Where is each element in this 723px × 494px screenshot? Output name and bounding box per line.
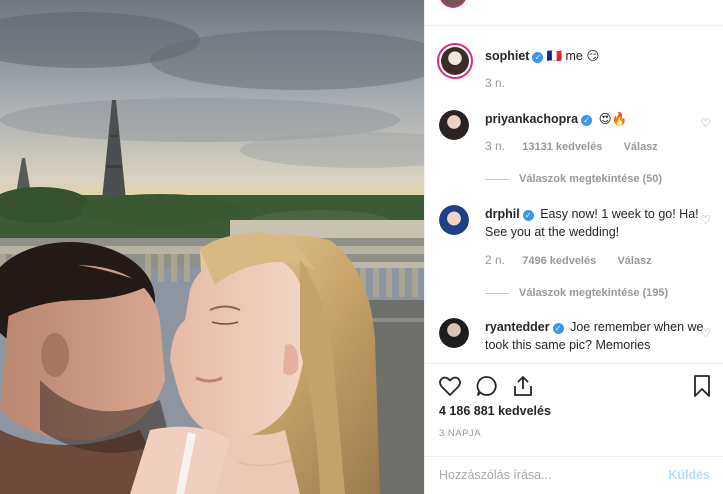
post-panel: sophiet ✓ 🇫🇷 me 😏 3 n. priyankachopra ✓ 😍🔥 … (424, 0, 723, 494)
comment-username[interactable]: drphil (485, 207, 520, 221)
header-avatar[interactable] (439, 0, 467, 8)
avatar[interactable] (439, 318, 469, 348)
verified-badge-icon: ✓ (581, 115, 593, 126)
post-comment-button[interactable]: Küldés (668, 468, 710, 482)
avatar[interactable] (439, 205, 469, 235)
view-replies-button[interactable]: Válaszok megtekintése (50) (485, 173, 662, 185)
comment-time: 3 n. (485, 139, 506, 153)
divider-line (485, 292, 509, 294)
post-date: 3 NAPJA (439, 428, 482, 439)
view-replies-button[interactable]: Válaszok megtekintése (195) (485, 287, 668, 299)
comment-time: 2 n. (485, 253, 506, 267)
reply-button[interactable]: Válasz (624, 141, 658, 153)
flag-emoji: 🇫🇷 (546, 49, 563, 63)
caption-text: me 😏 (565, 49, 600, 63)
comment-meta: 3 n. 13131 kedvelés Válasz (485, 139, 658, 153)
post-photo[interactable] (0, 0, 424, 494)
verified-badge-icon: ✓ (552, 323, 564, 334)
comment-text: 😍🔥 (598, 112, 628, 126)
comment-likes[interactable]: 13131 kedvelés (522, 141, 602, 153)
share-icon[interactable] (511, 374, 535, 398)
comment-username[interactable]: ryantedder (485, 320, 550, 334)
post-header (425, 0, 723, 26)
add-comment-bar: Hozzászólás írása... Küldés (425, 456, 723, 494)
reply-button[interactable]: Válasz (617, 255, 651, 267)
likes-count[interactable]: 4 186 881 kedvelés (439, 404, 551, 418)
view-replies-label: Válaszok megtekintése (195) (519, 287, 669, 299)
caption-time: 3 n. (485, 76, 506, 90)
small-heart-icon[interactable]: ♡ (700, 116, 711, 130)
comment-input[interactable]: Hozzászólás írása... (439, 468, 552, 482)
view-replies-label: Válaszok megtekintése (50) (519, 173, 663, 185)
small-heart-icon[interactable]: ♡ (700, 326, 711, 340)
small-heart-icon[interactable]: ♡ (700, 213, 711, 227)
comment-icon[interactable] (475, 374, 499, 398)
verified-badge-icon: ✓ (522, 210, 534, 221)
avatar[interactable] (439, 110, 469, 140)
divider-line (485, 178, 509, 180)
photo-image (0, 0, 424, 494)
bookmark-icon[interactable] (690, 374, 714, 398)
avatar[interactable] (437, 43, 473, 79)
caption-username[interactable]: sophiet (485, 49, 529, 63)
comment-likes[interactable]: 7496 kedvelés (522, 255, 596, 267)
comment-username[interactable]: priyankachopra (485, 112, 578, 126)
verified-badge-icon: ✓ (532, 52, 544, 63)
heart-icon[interactable] (438, 374, 462, 398)
action-bar: 4 186 881 kedvelés 3 NAPJA Hozzászólás í… (425, 363, 723, 494)
comment-meta: 2 n. 7496 kedvelés Válasz (485, 253, 652, 267)
